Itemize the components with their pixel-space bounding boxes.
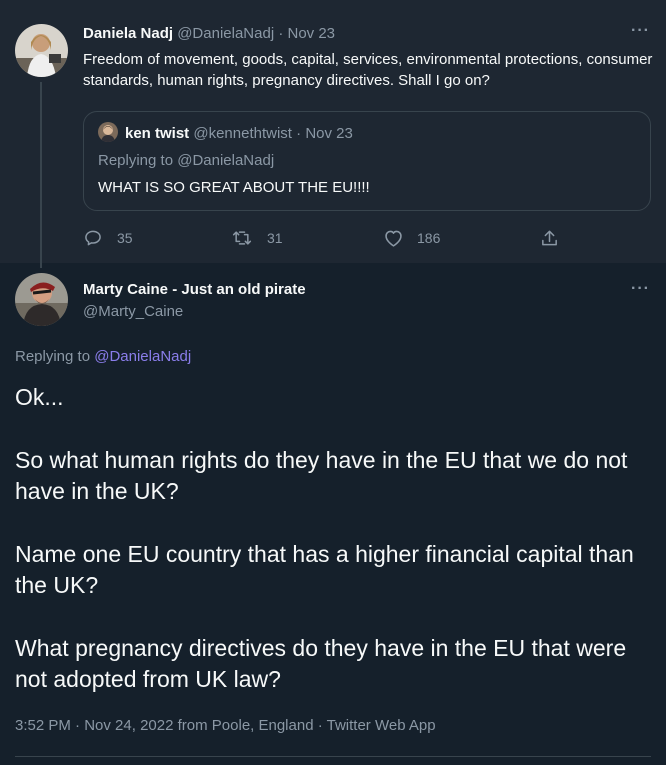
- meta-separator: ·: [75, 717, 81, 734]
- parent-author-handle[interactable]: @DanielaNadj: [177, 25, 274, 42]
- quoted-tweet-date: Nov 23: [305, 125, 353, 142]
- quoted-author-name: ken twist: [125, 125, 190, 142]
- retweet-button[interactable]: 31: [231, 228, 283, 248]
- parent-more-options-icon[interactable]: ···: [631, 22, 650, 40]
- quoted-replying-to: Replying to @DanielaNadj: [98, 152, 275, 169]
- parent-tweet-text: Freedom of movement, goods, capital, ser…: [83, 51, 653, 89]
- main-tweet-time[interactable]: 3:52 PM: [15, 717, 71, 734]
- parent-tweet-date[interactable]: Nov 23: [288, 25, 336, 42]
- share-button[interactable]: [540, 228, 559, 248]
- main-author-handle[interactable]: @Marty_Caine: [83, 302, 183, 322]
- quoted-author-handle: @kennethtwist: [193, 125, 292, 142]
- quoted-tweet-text: WHAT IS SO GREAT ABOUT THE EU!!!!: [98, 179, 370, 196]
- parent-tweet-header: Daniela Nadj @DanielaNadj · Nov 23: [83, 24, 335, 44]
- main-tweet-text: Ok... So what human rights do they have …: [15, 382, 655, 727]
- main-tweet-location: from Poole, England: [177, 717, 314, 734]
- main-author-name[interactable]: Marty Caine - Just an old pirate: [83, 280, 306, 300]
- main-tweet-paragraph: So what human rights do they have in the…: [15, 447, 628, 504]
- main-tweet-source[interactable]: Twitter Web App: [327, 717, 436, 734]
- meta-separator: ·: [317, 717, 323, 734]
- reply-count: 35: [117, 230, 133, 246]
- daniela-avatar[interactable]: [15, 24, 68, 77]
- reply-button[interactable]: 35: [83, 228, 133, 248]
- marty-caine-avatar[interactable]: [15, 273, 68, 326]
- like-count: 186: [417, 230, 441, 246]
- retweet-count: 31: [267, 230, 283, 246]
- main-replying-to: Replying to @DanielaNadj: [15, 347, 191, 367]
- replying-to-handle-link[interactable]: @DanielaNadj: [94, 348, 191, 365]
- main-tweet-paragraph: Ok...: [15, 384, 64, 410]
- header-separator: ·: [278, 25, 284, 42]
- ken-twist-avatar: [98, 122, 118, 142]
- like-button[interactable]: 186: [383, 228, 440, 248]
- quoted-tweet-header: ken twist @kennethtwist · Nov 23: [125, 124, 353, 144]
- main-tweet-metadata: 3:52 PM · Nov 24, 2022 from Poole, Engla…: [15, 716, 436, 736]
- retweet-icon: [232, 231, 252, 245]
- share-icon: [542, 230, 557, 246]
- main-tweet-date[interactable]: Nov 24, 2022: [84, 717, 173, 734]
- divider: [15, 756, 651, 757]
- quoted-tweet[interactable]: ken twist @kennethtwist · Nov 23 Replyin…: [83, 111, 651, 211]
- main-tweet-paragraph: Name one EU country that has a higher fi…: [15, 541, 634, 598]
- main-more-options-icon[interactable]: ···: [631, 280, 650, 298]
- parent-tweet[interactable]: Daniela Nadj @DanielaNadj · Nov 23 ··· F…: [0, 0, 666, 268]
- reply-icon: [85, 230, 101, 246]
- parent-author-name[interactable]: Daniela Nadj: [83, 25, 173, 42]
- thread-connector-line: [40, 82, 42, 268]
- replying-to-label: Replying to: [15, 348, 91, 365]
- quoted-header-separator: ·: [296, 125, 302, 142]
- heart-icon: [385, 230, 402, 247]
- main-tweet-paragraph: What pregnancy directives do they have i…: [15, 635, 627, 692]
- tweet-thread-page: Daniela Nadj @DanielaNadj · Nov 23 ··· F…: [0, 0, 666, 765]
